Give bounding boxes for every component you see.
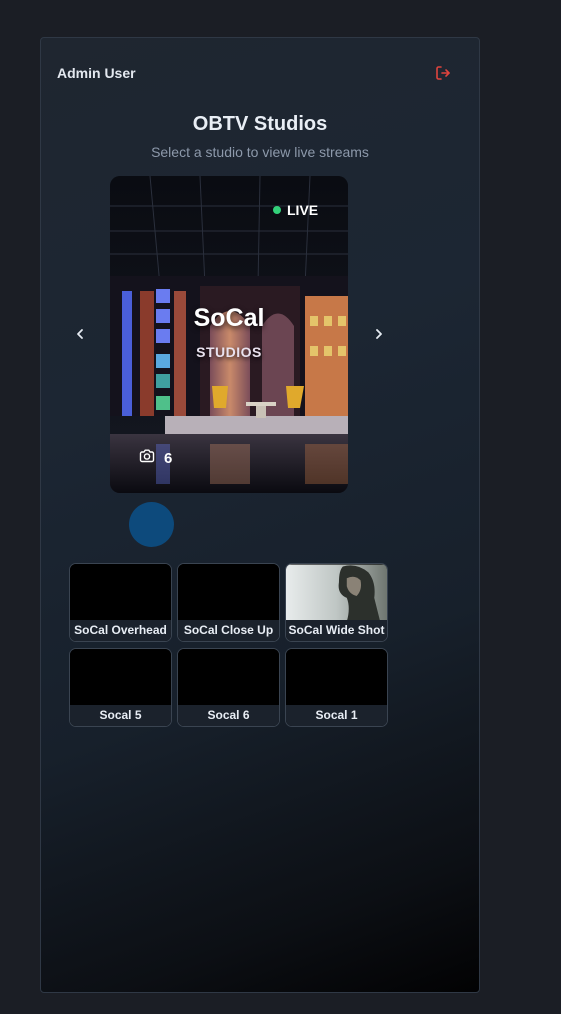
carousel-indicator[interactable] [129, 502, 174, 547]
live-badge: LIVE [273, 202, 318, 218]
studio-subtitle: STUDIOS [196, 344, 262, 360]
camera-count: 6 [139, 449, 172, 467]
camera-preview [70, 564, 171, 622]
camera-label: SoCal Wide Shot [286, 620, 387, 641]
camera-tile[interactable]: SoCal Wide Shot [285, 563, 388, 642]
camera-count-value: 6 [164, 449, 173, 467]
camera-grid: SoCal Overhead SoCal Close Up SoCal Wide [69, 563, 388, 727]
camera-icon [139, 449, 155, 467]
logout-icon[interactable] [434, 64, 452, 82]
page-title: OBTV Studios [192, 113, 328, 135]
studio-card[interactable]: LIVE SoCal STUDIOS 6 [110, 176, 348, 493]
camera-preview [178, 649, 279, 707]
camera-preview [286, 649, 387, 707]
header: Admin User [41, 38, 479, 108]
camera-tile[interactable]: Socal 6 [177, 648, 280, 727]
studio-photo [110, 176, 348, 493]
live-label: LIVE [287, 202, 319, 218]
camera-preview [286, 564, 387, 622]
camera-label: SoCal Overhead [70, 620, 171, 641]
camera-tile[interactable]: Socal 5 [69, 648, 172, 727]
camera-tile[interactable]: SoCal Overhead [69, 563, 172, 642]
chevron-right-icon[interactable] [369, 324, 389, 344]
camera-label: Socal 5 [70, 705, 171, 726]
live-dot-icon [273, 206, 281, 214]
camera-preview [178, 564, 279, 622]
studio-name: SoCal [193, 304, 265, 332]
camera-tile[interactable]: Socal 1 [285, 648, 388, 727]
page-subtitle: Select a studio to view live streams [151, 144, 369, 160]
studio-panel: Admin User OBTV Studios Select a studio … [40, 37, 480, 993]
chevron-left-icon[interactable] [70, 324, 90, 344]
camera-label: Socal 1 [286, 705, 387, 726]
user-name: Admin User [57, 65, 136, 81]
camera-label: SoCal Close Up [178, 620, 279, 641]
camera-preview [70, 649, 171, 707]
camera-label: Socal 6 [178, 705, 279, 726]
camera-tile[interactable]: SoCal Close Up [177, 563, 280, 642]
